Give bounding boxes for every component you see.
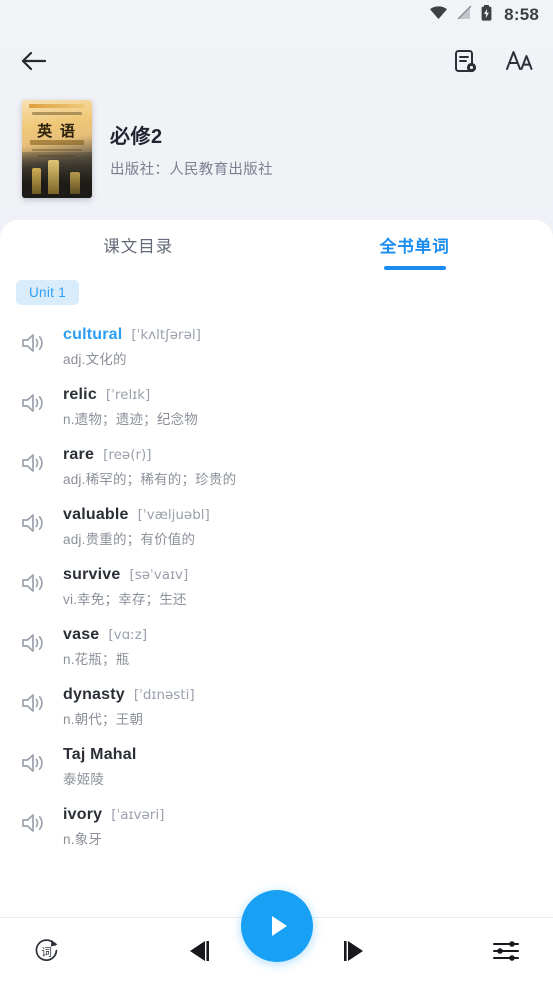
word-line: ivory [ˈaɪvəri]	[63, 806, 164, 824]
word-term: survive	[63, 566, 121, 583]
word-line: relic [ˈrelɪk]	[63, 386, 198, 404]
app-bar-actions	[452, 47, 535, 75]
book-title: 必修2	[110, 125, 163, 148]
word-line: dynasty [ˈdɪnəsti]	[63, 686, 195, 704]
unit-filter-row: Unit 1	[0, 272, 553, 309]
tab-all-words-label: 全书单词	[379, 238, 450, 256]
next-track-icon[interactable]	[330, 928, 376, 974]
word-phonetic: [vɑːz]	[108, 627, 148, 643]
equalizer-settings-icon[interactable]	[483, 928, 529, 974]
word-list-item[interactable]: rare [reə(r)] adj.稀罕的；稀有的；珍贵的	[0, 437, 553, 497]
word-meaning: adj.文化的	[63, 352, 127, 367]
status-bar: 8:58	[0, 0, 553, 30]
word-body: dynasty [ˈdɪnəsti] n.朝代；王朝	[63, 685, 195, 728]
word-body: valuable [ˈvæljuəbl] adj.贵重的；有价值的	[63, 505, 210, 548]
word-line: rare [reə(r)]	[63, 446, 236, 464]
word-body: rare [reə(r)] adj.稀罕的；稀有的；珍贵的	[63, 445, 236, 488]
speaker-icon[interactable]	[20, 391, 48, 420]
font-size-icon[interactable]	[505, 47, 535, 75]
word-list-item[interactable]: dynasty [ˈdɪnəsti] n.朝代；王朝	[0, 677, 553, 737]
book-header: 英 语 必修2 出版社：人民教育出版社	[0, 92, 553, 220]
word-body: cultural [ˈkʌltʃərəl] adj.文化的	[63, 325, 201, 368]
word-phonetic: [ˈdɪnəsti]	[133, 687, 195, 703]
previous-track-icon[interactable]	[177, 928, 223, 974]
word-body: ivory [ˈaɪvəri] n.象牙	[63, 805, 164, 848]
book-cover-image: 英 语	[22, 100, 92, 198]
word-term: relic	[63, 386, 97, 403]
word-meaning: vi.幸免；幸存；生还	[63, 592, 187, 607]
play-button[interactable]	[240, 890, 313, 962]
word-line: valuable [ˈvæljuəbl]	[63, 506, 210, 524]
word-phonetic: [ˈrelɪk]	[105, 387, 151, 403]
app-bar	[0, 30, 553, 92]
word-term: dynasty	[63, 686, 125, 703]
player-bar: 词	[0, 890, 553, 983]
word-term: valuable	[63, 506, 129, 523]
tab-underline-active	[383, 266, 446, 270]
word-phonetic: [ˈaɪvəri]	[111, 807, 165, 823]
word-meaning: n.花瓶；瓶	[63, 652, 130, 667]
word-term: ivory	[63, 806, 103, 823]
speaker-icon[interactable]	[20, 451, 48, 480]
speaker-icon[interactable]	[20, 631, 48, 660]
word-meaning: n.朝代；王朝	[63, 712, 144, 727]
tab-underline	[107, 266, 169, 270]
book-meta: 必修2 出版社：人民教育出版社	[110, 120, 273, 179]
word-line: Taj Mahal	[63, 746, 146, 764]
back-arrow-icon[interactable]	[20, 49, 48, 73]
speaker-icon[interactable]	[20, 511, 48, 540]
word-phonetic: [ˈvæljuəbl]	[137, 507, 210, 523]
tab-lesson-catalog[interactable]: 课文目录	[0, 224, 277, 272]
status-bar-time: 8:58	[504, 5, 539, 24]
word-term: vase	[63, 626, 100, 643]
unit-chip[interactable]: Unit 1	[16, 280, 80, 305]
word-list-item[interactable]: survive [səˈvaɪv] vi.幸免；幸存；生还	[0, 557, 553, 617]
word-term: Taj Mahal	[63, 746, 137, 763]
word-body: Taj Mahal 泰姬陵	[63, 745, 146, 788]
word-list[interactable]: cultural [ˈkʌltʃərəl] adj.文化的 relic [ˈrelɪk]…	[0, 309, 553, 917]
status-bar-icons	[429, 4, 492, 26]
word-meaning: n.象牙	[63, 832, 103, 847]
word-meaning: 泰姬陵	[63, 772, 105, 787]
speaker-icon[interactable]	[20, 811, 48, 840]
book-publisher: 出版社：人民教育出版社	[110, 161, 273, 178]
word-meaning: adj.贵重的；有价值的	[63, 532, 196, 547]
speaker-icon[interactable]	[20, 331, 48, 360]
word-list-item[interactable]: cultural [ˈkʌltʃərəl] adj.文化的	[0, 317, 553, 377]
battery-charging-icon	[481, 4, 492, 26]
repeat-word-icon[interactable]: 词	[24, 928, 70, 974]
tab-lesson-catalog-label: 课文目录	[103, 238, 174, 256]
word-body: vase [vɑːz] n.花瓶；瓶	[63, 625, 147, 668]
word-list-item[interactable]: relic [ˈrelɪk] n.遗物；遗迹；纪念物	[0, 377, 553, 437]
word-body: survive [səˈvaɪv] vi.幸免；幸存；生还	[63, 565, 188, 608]
speaker-icon[interactable]	[20, 571, 48, 600]
word-line: vase [vɑːz]	[63, 626, 147, 644]
app-screen: 8:58 英 语 必修2 出版社：人民教育出版社 课文目录 全书单词 Unit …	[0, 0, 553, 983]
word-list-item[interactable]: Taj Mahal 泰姬陵	[0, 737, 553, 797]
speaker-icon[interactable]	[20, 691, 48, 720]
word-list-item[interactable]: vase [vɑːz] n.花瓶；瓶	[0, 617, 553, 677]
word-line: cultural [ˈkʌltʃərəl]	[63, 326, 201, 344]
word-phonetic: [səˈvaɪv]	[129, 567, 189, 583]
word-list-item[interactable]: valuable [ˈvæljuəbl] adj.贵重的；有价值的	[0, 497, 553, 557]
svg-text:词: 词	[41, 946, 52, 958]
book-cover-title: 英 语	[37, 124, 77, 140]
word-phonetic: [reə(r)]	[103, 447, 152, 463]
signal-off-icon	[457, 5, 472, 25]
word-list-item[interactable]: ivory [ˈaɪvəri] n.象牙	[0, 797, 553, 857]
word-meaning: n.遗物；遗迹；纪念物	[63, 412, 198, 427]
tab-bar: 课文目录 全书单词	[0, 220, 553, 272]
note-settings-icon[interactable]	[452, 48, 479, 75]
word-body: relic [ˈrelɪk] n.遗物；遗迹；纪念物	[63, 385, 198, 428]
word-phonetic: [ˈkʌltʃərəl]	[131, 327, 201, 343]
word-line: survive [səˈvaɪv]	[63, 566, 188, 584]
word-term: cultural	[63, 326, 123, 343]
word-term: rare	[63, 446, 95, 463]
tab-all-words[interactable]: 全书单词	[277, 224, 553, 272]
play-icon	[271, 916, 287, 936]
wifi-icon	[429, 5, 448, 25]
content-card: 课文目录 全书单词 Unit 1 cultural [ˈkʌltʃərəl] adj…	[0, 220, 553, 983]
speaker-icon[interactable]	[20, 751, 48, 780]
word-meaning: adj.稀罕的；稀有的；珍贵的	[63, 472, 237, 487]
